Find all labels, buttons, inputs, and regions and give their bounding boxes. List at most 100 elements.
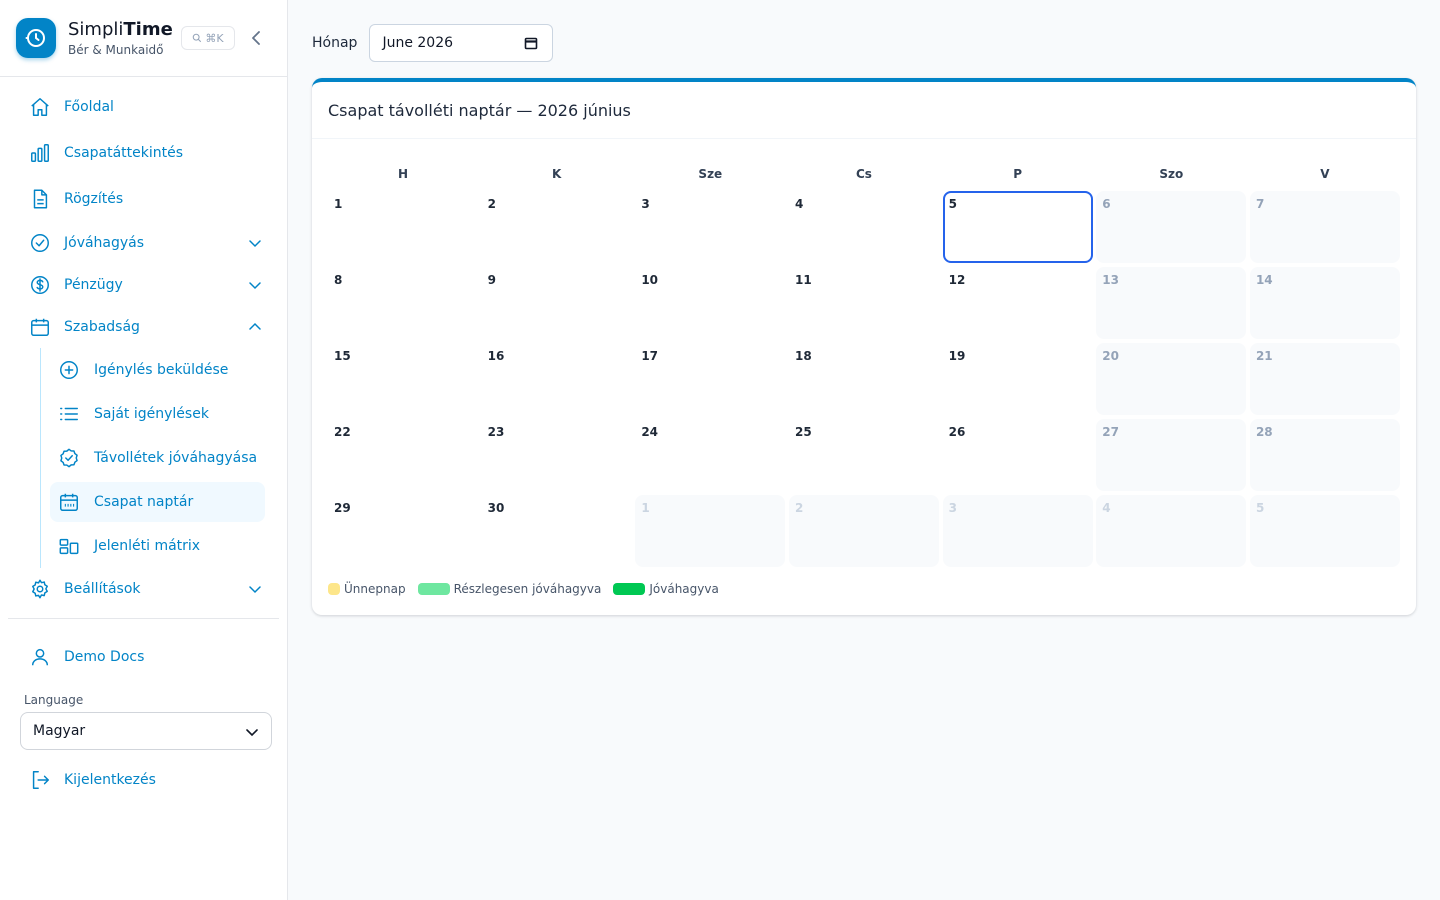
calendar-day-outside-month[interactable]: 1 <box>635 495 786 567</box>
calendar-day[interactable]: 2 <box>482 191 632 263</box>
day-number: 7 <box>1255 197 1265 211</box>
nav-label-record: Rögzítés <box>64 191 124 207</box>
calendar-day-outside-month[interactable]: 4 <box>1096 495 1247 567</box>
calendar-day[interactable]: 7 <box>1249 191 1400 263</box>
sub-item-submit-request[interactable]: Igénylés beküldése <box>50 348 265 392</box>
month-input[interactable]: June 2026 <box>369 24 554 62</box>
day-number: 6 <box>1102 197 1111 211</box>
nav-label-team-overview: Csapatáttekintés <box>64 145 184 161</box>
nav-item-record[interactable]: Rögzítés <box>0 176 287 222</box>
calendar-day-outside-month[interactable]: 3 <box>942 495 1093 567</box>
day-number: 21 <box>1255 349 1273 363</box>
day-number: 15 <box>334 349 351 363</box>
legend-swatch <box>328 583 340 595</box>
home-icon <box>28 95 52 119</box>
calendar-day[interactable]: 29 <box>328 495 478 567</box>
calendar-day[interactable]: 9 <box>482 267 632 339</box>
language-select[interactable]: Magyar <box>20 712 272 750</box>
weekday-label: Cs <box>855 167 872 181</box>
weekday-label: Szo <box>1159 167 1184 181</box>
sub-item-approve-absences[interactable]: Távollétek jóváhagyása <box>50 436 265 480</box>
calendar-day-today[interactable]: 5 <box>942 191 1093 263</box>
month-filter: Hónap June 2026 <box>312 24 554 62</box>
main-nav: Főoldal Csapatáttekintés Rögzítés Jóváha… <box>0 77 287 610</box>
nav-label-finance: Pénzügy <box>64 277 123 293</box>
shortcut-label: ⌘K <box>205 31 224 45</box>
calendar-day[interactable]: 20 <box>1096 343 1247 415</box>
nav-item-home[interactable]: Főoldal <box>0 84 287 130</box>
calendar-day[interactable]: 25 <box>789 419 939 491</box>
calendar-day[interactable]: 30 <box>482 495 632 567</box>
calendar-day[interactable]: 3 <box>635 191 785 263</box>
logout-button[interactable]: Kijelentkezés <box>0 758 287 802</box>
calendar-day[interactable]: 6 <box>1096 191 1247 263</box>
language-label: Language <box>24 693 84 707</box>
calendar-weeks: 1 2 3 4 5 6 7 8 9 10 11 12 13 14 15 16 17 18 19 20 21 22 23 24 2… <box>328 191 1400 567</box>
day-number: 28 <box>1255 425 1273 439</box>
day-number: 27 <box>1102 425 1119 439</box>
calendar-day[interactable]: 10 <box>635 267 785 339</box>
calendar-day[interactable]: 4 <box>789 191 939 263</box>
calendar-day[interactable]: 11 <box>789 267 939 339</box>
sub-item-attendance-matrix[interactable]: Jelenléti mátrix <box>50 524 265 568</box>
day-number: 26 <box>948 425 966 439</box>
language-selected-value: Magyar <box>33 723 86 739</box>
gear-icon <box>28 577 52 601</box>
day-number: 3 <box>948 501 957 515</box>
brand-subtitle: Bér & Munkaidő <box>68 43 164 57</box>
calendar-day[interactable]: 24 <box>635 419 785 491</box>
calendar-day[interactable]: 15 <box>328 343 478 415</box>
day-number: 13 <box>1102 273 1119 287</box>
calendar-icon[interactable] <box>524 36 538 50</box>
calendar-day[interactable]: 18 <box>789 343 939 415</box>
calendar-day[interactable]: 27 <box>1096 419 1247 491</box>
day-number: 9 <box>487 273 497 287</box>
nav-item-settings[interactable]: Beállítások <box>0 568 287 610</box>
user-profile-link[interactable]: Demo Docs <box>0 631 287 683</box>
nav-item-approval[interactable]: Jóváhagyás <box>0 222 287 264</box>
calendar-day[interactable]: 22 <box>328 419 478 491</box>
day-number: 22 <box>334 425 351 439</box>
collapse-sidebar-button[interactable] <box>248 28 264 48</box>
nav-item-leave[interactable]: Szabadság <box>0 306 287 348</box>
calendar-day[interactable]: 28 <box>1249 419 1400 491</box>
nav-item-finance[interactable]: Pénzügy <box>0 264 287 306</box>
calendar-day[interactable]: 16 <box>482 343 632 415</box>
calendar-day[interactable]: 26 <box>943 419 1093 491</box>
calendar-day-outside-month[interactable]: 2 <box>788 495 939 567</box>
leave-submenu: Igénylés beküldése Saját igénylések Távo… <box>40 348 287 568</box>
calendar-day[interactable]: 13 <box>1096 267 1247 339</box>
nav-label-leave: Szabadság <box>64 319 140 335</box>
sidebar-divider <box>8 618 279 619</box>
document-icon <box>28 187 52 211</box>
calendar-day[interactable]: 1 <box>328 191 478 263</box>
chevron-left-icon <box>252 31 260 45</box>
calendar-day[interactable]: 12 <box>943 267 1093 339</box>
day-number: 2 <box>794 501 804 515</box>
day-number: 4 <box>1102 501 1111 515</box>
calendar-day[interactable]: 23 <box>482 419 632 491</box>
calendar-day-outside-month[interactable]: 5 <box>1249 495 1400 567</box>
day-number: 29 <box>334 501 351 515</box>
sub-item-team-calendar[interactable]: Csapat naptár <box>50 482 265 522</box>
calendar-day[interactable]: 14 <box>1249 267 1400 339</box>
brand-text: SimpliTime Bér & Munkaidő <box>68 19 173 57</box>
month-input-value: June 2026 <box>382 35 454 51</box>
nav-item-team-overview[interactable]: Csapatáttekintés <box>0 130 287 176</box>
day-number: 14 <box>1255 273 1273 287</box>
team-calendar-card: Csapat távolléti naptár — 2026 június H K… <box>312 78 1416 615</box>
card-title: Csapat távolléti naptár — 2026 június <box>312 82 1416 139</box>
month-label: Hónap <box>312 35 358 51</box>
calendar-day[interactable]: 17 <box>635 343 785 415</box>
day-number: 24 <box>641 425 659 439</box>
calendar-day[interactable]: 8 <box>328 267 478 339</box>
sub-item-my-requests[interactable]: Saját igénylések <box>50 392 265 436</box>
calendar-day[interactable]: 19 <box>943 343 1093 415</box>
calendar-day[interactable]: 21 <box>1249 343 1400 415</box>
dollar-circle-icon <box>28 273 52 297</box>
legend-label: Jóváhagyva <box>649 582 719 596</box>
weekday-label: V <box>1320 167 1330 181</box>
clock-logo-icon[interactable] <box>16 18 56 58</box>
weekday-label: K <box>552 167 562 181</box>
search-shortcut-button[interactable]: ⌘K <box>181 26 235 50</box>
